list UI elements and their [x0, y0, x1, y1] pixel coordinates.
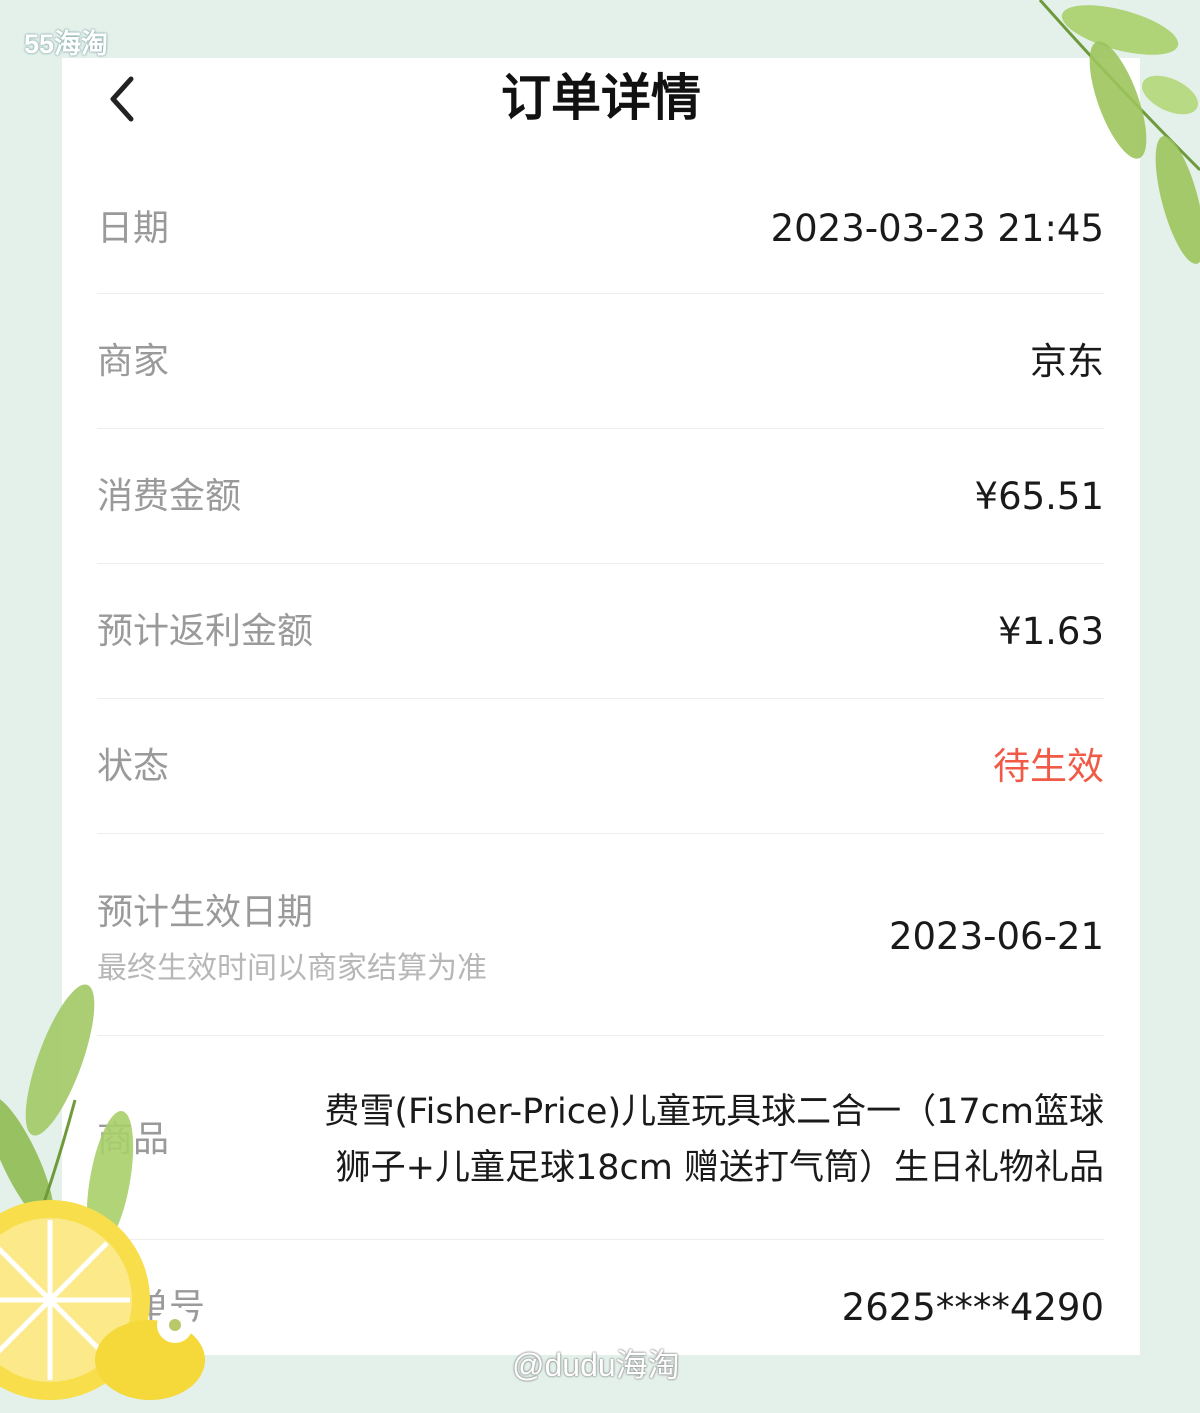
- watermark-top: 55海淘: [24, 29, 109, 59]
- product-name-line1: 费雪(Fisher-Price)儿童玩具球二合一（17cm篮球: [324, 1092, 1104, 1132]
- product-name-line2: 狮子+儿童足球18cm 赠送打气筒）生日礼物礼品: [335, 1148, 1104, 1188]
- status-label: 状态: [97, 746, 170, 787]
- lemon-leaf-decoration-bottom-left: [0, 984, 205, 1400]
- watermark-bottom: @dudu海淘: [512, 1347, 680, 1383]
- merchant-value: 京东: [1030, 340, 1104, 383]
- rebate-value: ¥1.63: [998, 610, 1104, 653]
- row-merchant: 商家 京东: [97, 294, 1104, 429]
- merchant-label: 商家: [97, 341, 170, 382]
- row-rebate: 预计返利金额 ¥1.63: [97, 564, 1104, 699]
- row-status: 状态 待生效: [97, 699, 1104, 834]
- amount-label: 消费金额: [97, 476, 242, 517]
- effective-date-value: 2023-06-21: [888, 915, 1104, 958]
- date-label: 日期: [97, 208, 170, 249]
- row-product: 商品 费雪(Fisher-Price)儿童玩具球二合一（17cm篮球 狮子+儿童…: [97, 1036, 1104, 1240]
- order-number-value: 2625****4290: [841, 1286, 1104, 1329]
- row-date: 日期 2023-03-23 21:45: [97, 168, 1104, 294]
- effective-date-label: 预计生效日期: [97, 892, 314, 933]
- row-order-number: 订单号 2625****4290: [97, 1240, 1104, 1354]
- status-value: 待生效: [993, 745, 1104, 788]
- row-effective-date: 预计生效日期 最终生效时间以商家结算为准 2023-06-21: [97, 834, 1104, 1036]
- leaf-decoration-top-right: [1038, 0, 1200, 264]
- rebate-label: 预计返利金额: [97, 611, 314, 652]
- amount-value: ¥65.51: [974, 475, 1104, 518]
- page-title: 订单详情: [501, 69, 701, 127]
- row-amount: 消费金额 ¥65.51: [97, 429, 1104, 564]
- header: 订单详情: [62, 58, 1140, 148]
- product-name: 费雪(Fisher-Price)儿童玩具球二合一（17cm篮球 狮子+儿童足球1…: [224, 1084, 1104, 1196]
- order-detail-card: 订单详情 日期 2023-03-23 21:45 商家 京东 消费金额 ¥65.…: [62, 58, 1140, 1355]
